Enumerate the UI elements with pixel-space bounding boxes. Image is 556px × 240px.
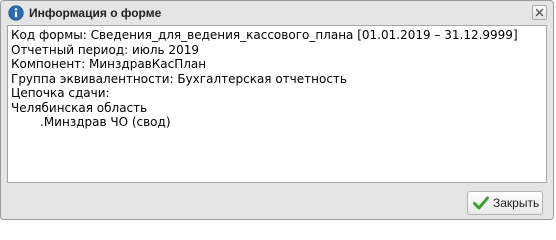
chain-region: Челябинская область <box>11 100 148 115</box>
form-code-line: Код формы: Сведения_для_ведения_кассовог… <box>11 28 518 42</box>
chain-organization: .Минздрав ЧО (свод) <box>40 115 171 129</box>
check-icon <box>473 196 489 210</box>
close-button-label: Закрыть <box>493 196 540 210</box>
info-dialog: Информация о форме Код формы: Сведения_д… <box>0 0 554 220</box>
info-icon <box>8 5 24 21</box>
form-info-panel: Код формы: Сведения_для_ведения_кассовог… <box>7 25 547 183</box>
close-button[interactable] <box>532 5 547 20</box>
dialog-titlebar[interactable]: Информация о форме <box>1 1 553 25</box>
close-dialog-button[interactable]: Закрыть <box>467 191 543 215</box>
report-period-line: Отчетный период: июль 2019 <box>11 42 199 57</box>
submission-chain-label: Цепочка сдачи: <box>11 86 110 100</box>
equivalence-group-line: Группа эквивалентности: Бухгалтерская от… <box>11 71 347 86</box>
component-line: Компонент: МинздравКасПлан <box>11 57 207 71</box>
dialog-title: Информация о форме <box>29 6 162 20</box>
close-icon <box>535 8 544 17</box>
